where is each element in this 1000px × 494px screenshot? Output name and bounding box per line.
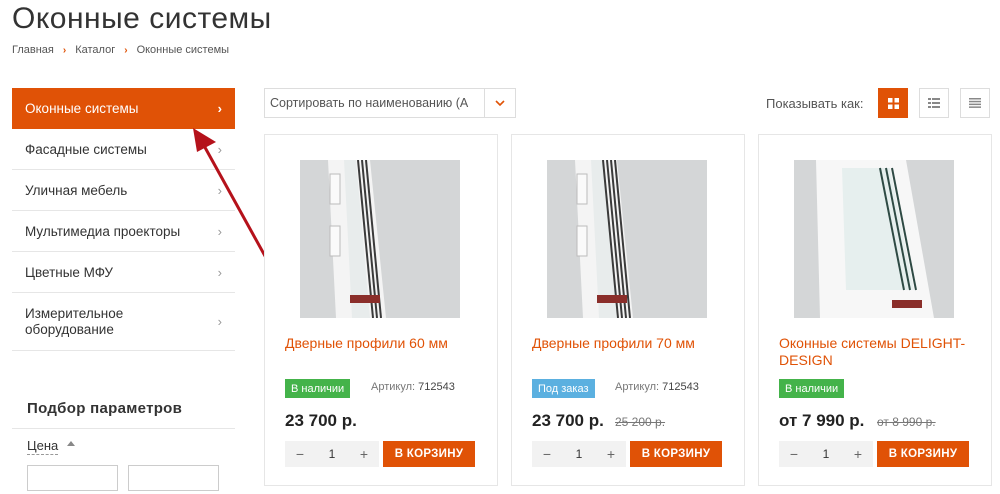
price-from-input[interactable] (27, 465, 118, 491)
quantity-stepper: − 1 + (779, 441, 873, 467)
sidebar-item-label: Оконные системы (25, 100, 139, 116)
sort-select-value: Сортировать по наименованию (А (270, 96, 469, 110)
page-title: Оконные системы (12, 2, 272, 35)
breadcrumb-current: Оконные системы (136, 44, 230, 56)
product-image[interactable] (300, 160, 460, 318)
product-card: Дверные профили 70 мм Под заказ Артикул:… (511, 134, 745, 486)
grid-icon (887, 97, 899, 109)
filter-divider (12, 428, 235, 429)
product-card: Оконные системы DELIGHT-DESIGN В наличии… (758, 134, 992, 486)
sidebar-item-label: Уличная мебель (25, 182, 128, 198)
plus-icon[interactable]: + (357, 446, 371, 462)
chevron-right-icon: › (217, 141, 222, 157)
caret-up-icon[interactable] (67, 441, 75, 446)
chevron-right-icon: › (217, 182, 222, 198)
minus-icon[interactable]: − (293, 446, 307, 462)
sidebar-item-color-mfp[interactable]: Цветные МФУ › (12, 252, 235, 293)
quantity-value[interactable]: 1 (329, 447, 336, 461)
add-to-cart-button[interactable]: В КОРЗИНУ (383, 441, 475, 467)
list-view-button[interactable] (919, 88, 949, 118)
sku-value: 712543 (662, 381, 699, 393)
breadcrumb-home[interactable]: Главная (12, 44, 54, 56)
product-price: от 7 990 р. (779, 411, 865, 430)
price-filter-toggle[interactable]: Цена (27, 438, 59, 455)
breadcrumb: Главная › Каталог › Оконные системы (12, 44, 229, 56)
quantity-value[interactable]: 1 (576, 447, 583, 461)
chevron-right-icon: › (217, 313, 222, 329)
product-sku: Артикул: 712543 (371, 381, 455, 393)
product-old-price: от 8 990 р. (877, 415, 936, 429)
category-sidebar: Оконные системы › Фасадные системы › Ули… (12, 88, 235, 351)
price-to-input[interactable] (128, 465, 219, 491)
availability-badge: Под заказ (532, 379, 595, 398)
add-to-cart-button[interactable]: В КОРЗИНУ (630, 441, 722, 467)
sidebar-item-projectors[interactable]: Мультимедиа проекторы › (12, 211, 235, 252)
availability-badge: В наличии (779, 379, 845, 398)
list-icon (928, 98, 940, 108)
product-price: 23 700 р. (285, 411, 357, 430)
sidebar-item-label: Фасадные системы (25, 141, 147, 157)
sku-value: 712543 (418, 381, 455, 393)
sku-label: Артикул: (371, 381, 416, 393)
chevron-right-icon: › (217, 264, 222, 280)
sidebar-item-label: Мультимедиа проекторы (25, 223, 181, 239)
sidebar-item-label: Цветные МФУ (25, 264, 113, 280)
breadcrumb-separator-icon: › (62, 44, 67, 56)
view-mode-label: Показывать как: (766, 96, 864, 111)
chevron-right-icon: › (217, 223, 222, 239)
quantity-stepper: − 1 + (285, 441, 379, 467)
breadcrumb-catalog[interactable]: Каталог (75, 44, 115, 56)
product-name-link[interactable]: Оконные системы DELIGHT-DESIGN (779, 335, 979, 369)
product-old-price: 25 200 р. (615, 415, 666, 429)
minus-icon[interactable]: − (540, 446, 554, 462)
sort-select[interactable]: Сортировать по наименованию (А (264, 88, 516, 118)
product-price: 23 700 р. (532, 411, 604, 430)
table-list-icon (969, 98, 981, 108)
sku-label: Артикул: (615, 381, 660, 393)
add-to-cart-button[interactable]: В КОРЗИНУ (877, 441, 969, 467)
filter-title: Подбор параметров (27, 400, 183, 417)
plus-icon[interactable]: + (604, 446, 618, 462)
product-name-link[interactable]: Дверные профили 60 мм (285, 335, 485, 352)
plus-icon[interactable]: + (851, 446, 865, 462)
product-image[interactable] (547, 160, 707, 318)
sidebar-item-facade-systems[interactable]: Фасадные системы › (12, 129, 235, 170)
quantity-stepper: − 1 + (532, 441, 626, 467)
availability-badge: В наличии (285, 379, 351, 398)
breadcrumb-separator-icon: › (124, 44, 128, 56)
sidebar-item-label: Измерительное оборудование (25, 305, 124, 337)
chevron-right-icon: › (217, 100, 222, 116)
product-sku: Артикул: 712543 (615, 381, 699, 393)
product-name-link[interactable]: Дверные профили 70 мм (532, 335, 732, 352)
sidebar-item-measuring-equipment[interactable]: Измерительное оборудование › (12, 293, 235, 351)
product-image[interactable] (794, 160, 954, 318)
minus-icon[interactable]: − (787, 446, 801, 462)
chevron-down-icon[interactable] (484, 89, 515, 117)
sidebar-item-street-furniture[interactable]: Уличная мебель › (12, 170, 235, 211)
quantity-value[interactable]: 1 (823, 447, 830, 461)
grid-view-button[interactable] (878, 88, 908, 118)
sidebar-item-window-systems[interactable]: Оконные системы › (12, 88, 235, 129)
table-view-button[interactable] (960, 88, 990, 118)
product-card: Дверные профили 60 мм В наличии Артикул:… (264, 134, 498, 486)
